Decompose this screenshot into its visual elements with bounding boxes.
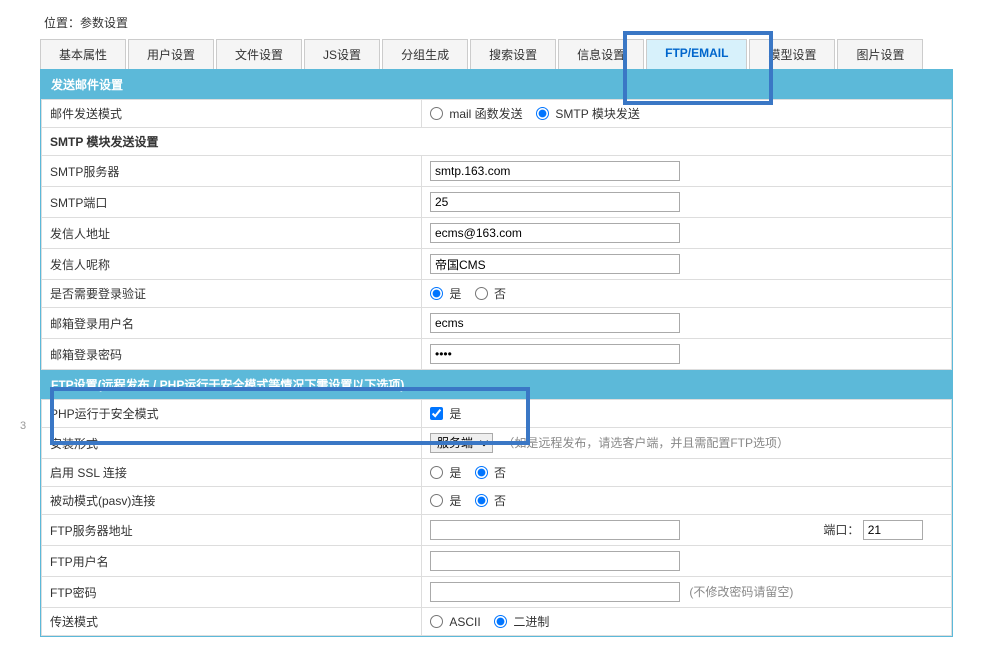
input-login-pass[interactable] bbox=[430, 344, 680, 364]
tab-group[interactable]: 分组生成 bbox=[382, 39, 468, 69]
row-trans-mode: 传送模式 ASCII 二进制 bbox=[42, 608, 952, 636]
input-sender-addr[interactable] bbox=[430, 223, 680, 243]
label-install-mode: 安装形式 bbox=[42, 428, 422, 459]
label-safe-mode: PHP运行于安全模式 bbox=[42, 400, 422, 428]
radio-binary[interactable] bbox=[494, 615, 507, 628]
tab-ftpemail[interactable]: FTP/EMAIL bbox=[646, 39, 747, 69]
row-login-user: 邮箱登录用户名 bbox=[42, 308, 952, 339]
tab-user[interactable]: 用户设置 bbox=[128, 39, 214, 69]
radio-login-yes[interactable] bbox=[430, 287, 443, 300]
input-ftp-addr[interactable] bbox=[430, 520, 680, 540]
label-ssl: 启用 SSL 连接 bbox=[42, 459, 422, 487]
tab-file[interactable]: 文件设置 bbox=[216, 39, 302, 69]
label-binary: 二进制 bbox=[513, 615, 549, 629]
row-ftp-addr: FTP服务器地址 端口： bbox=[42, 515, 952, 546]
row-sender-addr: 发信人地址 bbox=[42, 218, 952, 249]
radio-ssl-yes[interactable] bbox=[430, 466, 443, 479]
label-sender-name: 发信人呢称 bbox=[42, 249, 422, 280]
row-smtp-section: SMTP 模块发送设置 bbox=[42, 128, 952, 156]
tab-model[interactable]: 模型设置 bbox=[749, 39, 835, 69]
label-ftp-user: FTP用户名 bbox=[42, 546, 422, 577]
row-install-mode: 安装形式 服务端 （如是远程发布，请选客户端，并且需配置FTP选项） bbox=[42, 428, 952, 459]
tabs: 基本属性 用户设置 文件设置 JS设置 分组生成 搜索设置 信息设置 FTP/E… bbox=[40, 39, 953, 70]
hint-ftp-pass: (不修改密码请留空) bbox=[689, 585, 793, 599]
row-ftp-pass: FTP密码 (不修改密码请留空) bbox=[42, 577, 952, 608]
radio-login-no[interactable] bbox=[475, 287, 488, 300]
select-install-mode[interactable]: 服务端 bbox=[430, 433, 493, 453]
settings-table: 邮件发送模式 mail 函数发送 SMTP 模块发送 SMTP 模块发送设置 S… bbox=[41, 99, 952, 370]
label-ftp-port: 端口： bbox=[823, 523, 859, 537]
label-login-yes: 是 bbox=[449, 287, 461, 301]
label-smtp-server: SMTP服务器 bbox=[42, 156, 422, 187]
row-safe-mode: PHP运行于安全模式 是 bbox=[42, 400, 952, 428]
input-login-user[interactable] bbox=[430, 313, 680, 333]
label-pasv: 被动模式(pasv)连接 bbox=[42, 487, 422, 515]
row-ftp-user: FTP用户名 bbox=[42, 546, 952, 577]
ftp-table: PHP运行于安全模式 是 安装形式 服务端 （如是远程发布，请选客户端，并且需配… bbox=[41, 399, 952, 636]
label-ssl-no: 否 bbox=[494, 466, 506, 480]
tab-basic[interactable]: 基本属性 bbox=[40, 39, 126, 69]
label-ascii: ASCII bbox=[449, 615, 480, 629]
row-smtp-server: SMTP服务器 bbox=[42, 156, 952, 187]
label-ftp-addr: FTP服务器地址 bbox=[42, 515, 422, 546]
tab-search[interactable]: 搜索设置 bbox=[470, 39, 556, 69]
checkbox-safe-mode[interactable] bbox=[430, 407, 443, 420]
tabs-container: 基本属性 用户设置 文件设置 JS设置 分组生成 搜索设置 信息设置 FTP/E… bbox=[40, 39, 953, 637]
label-mail-func: mail 函数发送 bbox=[449, 107, 522, 121]
input-smtp-port[interactable] bbox=[430, 192, 680, 212]
tab-js[interactable]: JS设置 bbox=[304, 39, 380, 69]
input-ftp-port[interactable] bbox=[863, 520, 923, 540]
label-smtp-port: SMTP端口 bbox=[42, 187, 422, 218]
label-pasv-yes: 是 bbox=[449, 494, 461, 508]
row-need-login: 是否需要登录验证 是 否 bbox=[42, 280, 952, 308]
row-smtp-port: SMTP端口 bbox=[42, 187, 952, 218]
hint-install-mode: （如是远程发布，请选客户端，并且需配置FTP选项） bbox=[502, 436, 789, 450]
input-smtp-server[interactable] bbox=[430, 161, 680, 181]
label-pasv-no: 否 bbox=[494, 494, 506, 508]
input-ftp-pass[interactable] bbox=[430, 582, 680, 602]
label-need-login: 是否需要登录验证 bbox=[42, 280, 422, 308]
row-pasv: 被动模式(pasv)连接 是 否 bbox=[42, 487, 952, 515]
tab-image[interactable]: 图片设置 bbox=[837, 39, 923, 69]
ftp-section-header: FTP设置(远程发布 / PHP运行于安全模式等情况下需设置以下选项) bbox=[41, 370, 952, 399]
label-sender-addr: 发信人地址 bbox=[42, 218, 422, 249]
label-login-pass: 邮箱登录密码 bbox=[42, 339, 422, 370]
radio-mail-func[interactable] bbox=[430, 107, 443, 120]
row-mail-mode: 邮件发送模式 mail 函数发送 SMTP 模块发送 bbox=[42, 100, 952, 128]
radio-smtp[interactable] bbox=[536, 107, 549, 120]
tab-info[interactable]: 信息设置 bbox=[558, 39, 644, 69]
label-mail-mode: 邮件发送模式 bbox=[42, 100, 422, 128]
label-trans-mode: 传送模式 bbox=[42, 608, 422, 636]
label-smtp-section: SMTP 模块发送设置 bbox=[42, 128, 952, 156]
radio-pasv-no[interactable] bbox=[475, 494, 488, 507]
row-sender-name: 发信人呢称 bbox=[42, 249, 952, 280]
radio-pasv-yes[interactable] bbox=[430, 494, 443, 507]
label-smtp: SMTP 模块发送 bbox=[555, 107, 639, 121]
row-login-pass: 邮箱登录密码 bbox=[42, 339, 952, 370]
label-safe-yes: 是 bbox=[449, 407, 461, 421]
radio-ascii[interactable] bbox=[430, 615, 443, 628]
label-ftp-pass: FTP密码 bbox=[42, 577, 422, 608]
mail-section-header: 发送邮件设置 bbox=[41, 70, 952, 99]
label-login-no: 否 bbox=[494, 287, 506, 301]
input-sender-name[interactable] bbox=[430, 254, 680, 274]
label-ssl-yes: 是 bbox=[449, 466, 461, 480]
label-login-user: 邮箱登录用户名 bbox=[42, 308, 422, 339]
breadcrumb: 位置：参数设置 bbox=[40, 10, 953, 39]
cell-mail-mode: mail 函数发送 SMTP 模块发送 bbox=[422, 100, 952, 128]
content-panel: 发送邮件设置 邮件发送模式 mail 函数发送 SMTP 模块发送 SMTP 模… bbox=[40, 70, 953, 637]
row-ssl: 启用 SSL 连接 是 否 bbox=[42, 459, 952, 487]
radio-ssl-no[interactable] bbox=[475, 466, 488, 479]
input-ftp-user[interactable] bbox=[430, 551, 680, 571]
